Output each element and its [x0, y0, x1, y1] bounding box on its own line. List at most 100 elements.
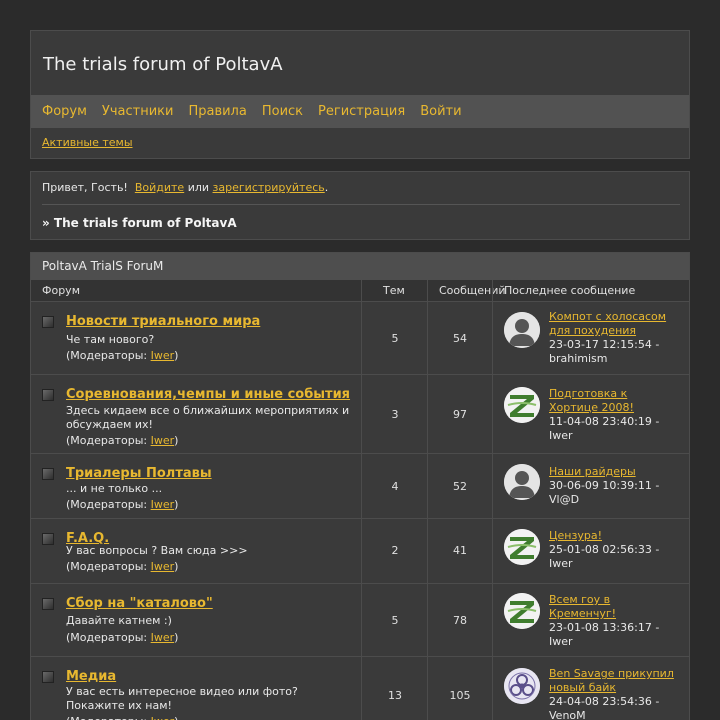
divider — [42, 204, 680, 205]
last-post-meta: 23-03-17 12:15:54 - brahimism — [549, 338, 660, 365]
nav-login[interactable]: Войти — [420, 104, 461, 119]
z-logo-avatar-icon[interactable] — [504, 593, 540, 629]
moderators-prefix: (Модераторы: — [66, 498, 151, 511]
forum-status-icon — [42, 671, 54, 683]
default-avatar-icon[interactable] — [504, 464, 540, 500]
last-post: Цензура! 25-01-08 02:56:33 - Iwer — [549, 529, 679, 571]
biohazard-avatar-icon[interactable] — [504, 668, 540, 704]
forum-name-link[interactable]: Соревнования,чемпы и иные события — [66, 387, 350, 402]
col-last-post: Последнее сообщение — [504, 284, 636, 297]
forum-description: ... и не только ... — [66, 482, 163, 495]
forum-name-link[interactable]: Сбор на "каталово" — [66, 596, 213, 611]
forum-moderators: (Модераторы: Iwer) — [66, 560, 178, 573]
last-post: Всем гоу в Кременчуг! 23-01-08 13:36:17 -… — [549, 593, 679, 649]
active-topics-link[interactable]: Активные темы — [42, 136, 133, 149]
forum-status-icon — [42, 598, 54, 610]
forum-moderators: (Модераторы: Iwer) — [66, 715, 178, 720]
col-topics: Тем — [383, 284, 405, 297]
moderators-prefix: (Модераторы: — [66, 349, 151, 362]
breadcrumb: » The trials forum of PoltavA — [42, 216, 237, 230]
forum-moderators: (Модераторы: Iwer) — [66, 434, 178, 447]
last-post-link[interactable]: Компот с холосасом для похудения — [549, 310, 666, 337]
forum-row: F.A.Q. У вас вопросы ? Вам сюда >>> (Модер… — [31, 519, 689, 584]
topic-count: 13 — [388, 689, 402, 702]
moderators-prefix: (Модераторы: — [66, 631, 151, 644]
moderator-link[interactable]: Iwer — [151, 434, 175, 447]
nav-search[interactable]: Поиск — [262, 104, 303, 119]
col-posts: Сообщений — [439, 284, 506, 297]
forum-name-link[interactable]: Новости триального мира — [66, 314, 260, 329]
topic-count: 5 — [391, 332, 399, 345]
forum-row: Сбор на "каталово" Давайте катнем :) (Моде… — [31, 584, 689, 657]
last-post-link[interactable]: Всем гоу в Кременчуг! — [549, 593, 616, 620]
forum-description: Че там нового? — [66, 333, 155, 346]
moderator-link[interactable]: Iwer — [151, 349, 175, 362]
moderators-suffix: ) — [174, 560, 179, 573]
moderators-prefix: (Модераторы: — [66, 715, 151, 720]
forum-name-link[interactable]: Медиа — [66, 669, 116, 684]
moderators-prefix: (Модераторы: — [66, 560, 151, 573]
welcome-line: Привет, Гость! Войдите или зарегистрируй… — [42, 181, 328, 194]
subnav: Активные темы — [42, 136, 133, 149]
forum-name-link[interactable]: Триалеры Полтавы — [66, 466, 212, 481]
topic-count: 3 — [391, 408, 399, 421]
last-post: Подготовка к Хортице 2008! 11-04-08 23:40… — [549, 387, 679, 443]
last-post-link[interactable]: Подготовка к Хортице 2008! — [549, 387, 634, 414]
moderator-link[interactable]: Iwer — [151, 631, 175, 644]
last-post: Наши райдеры 30-06-09 10:39:11 - Vl@D — [549, 465, 679, 507]
moderators-suffix: ) — [174, 434, 179, 447]
topic-count: 2 — [391, 544, 399, 557]
forum-table: PoltavA TrialS ForuM Форум Тем Сообщений… — [30, 252, 690, 720]
forum-row: Соревнования,чемпы и иные события Здесь к… — [31, 375, 689, 454]
topic-count: 5 — [391, 614, 399, 627]
col-forum: Форум — [42, 284, 80, 297]
last-post-meta: 25-01-08 02:56:33 - Iwer — [549, 543, 660, 570]
main-nav: Форум Участники Правила Поиск Регистраци… — [31, 95, 689, 128]
forum-row: Новости триального мира Че там нового? (Мо… — [31, 302, 689, 375]
moderator-link[interactable]: Iwer — [151, 715, 175, 720]
last-post: Ben Savage прикупил новый байк 24-04-08 2… — [549, 667, 679, 720]
nav-register[interactable]: Регистрация — [318, 104, 405, 119]
post-count: 97 — [453, 408, 467, 421]
moderator-link[interactable]: Iwer — [151, 498, 175, 511]
default-avatar-icon[interactable] — [504, 312, 540, 348]
moderators-suffix: ) — [174, 631, 179, 644]
forum-row: Медиа У вас есть интересное видео или фот… — [31, 657, 689, 720]
forum-row: Триалеры Полтавы... и не только ... (Моде… — [31, 454, 689, 519]
last-post-meta: 11-04-08 23:40:19 - Iwer — [549, 415, 660, 442]
forum-description: Давайте катнем :) — [66, 614, 172, 627]
moderators-suffix: ) — [174, 349, 179, 362]
forum-description: Здесь кидаем все о ближайших мероприятия… — [66, 404, 350, 431]
forum-status-icon — [42, 389, 54, 401]
moderators-suffix: ) — [174, 715, 178, 720]
last-post-meta: 23-01-08 13:36:17 - Iwer — [549, 621, 660, 648]
nav-rules[interactable]: Правила — [188, 104, 246, 119]
z-logo-avatar-icon[interactable] — [504, 529, 540, 565]
or-text: или — [187, 181, 210, 194]
last-post-link[interactable]: Наши райдеры — [549, 465, 636, 478]
nav-forum[interactable]: Форум — [42, 104, 87, 119]
topic-count: 4 — [391, 480, 399, 493]
forum-header: The trials forum of PoltavA Форум Участн… — [30, 30, 690, 159]
forum-status-icon — [42, 316, 54, 328]
post-count: 105 — [449, 689, 471, 702]
forum-status-icon — [42, 468, 54, 480]
z-logo-avatar-icon[interactable] — [504, 387, 540, 423]
login-link[interactable]: Войдите — [135, 181, 184, 194]
column-headers: Форум Тем Сообщений Последнее сообщение — [31, 280, 689, 302]
post-count: 54 — [453, 332, 467, 345]
moderators-suffix: ) — [174, 498, 179, 511]
category-title: PoltavA TrialS ForuM — [31, 253, 689, 280]
forum-moderators: (Модераторы: Iwer) — [66, 631, 178, 644]
nav-members[interactable]: Участники — [102, 104, 174, 119]
last-post-meta: 30-06-09 10:39:11 - Vl@D — [549, 479, 660, 506]
moderators-prefix: (Модераторы: — [66, 434, 151, 447]
post-count: 52 — [453, 480, 467, 493]
last-post-link[interactable]: Цензура! — [549, 529, 602, 542]
forum-description: У вас есть интересное видео или фото? По… — [66, 685, 298, 712]
last-post-link[interactable]: Ben Savage прикупил новый байк — [549, 667, 674, 694]
moderator-link[interactable]: Iwer — [151, 560, 175, 573]
period-text: . — [324, 181, 329, 194]
forum-status-icon — [42, 533, 54, 545]
register-link[interactable]: зарегистрируйтесь — [213, 181, 325, 194]
